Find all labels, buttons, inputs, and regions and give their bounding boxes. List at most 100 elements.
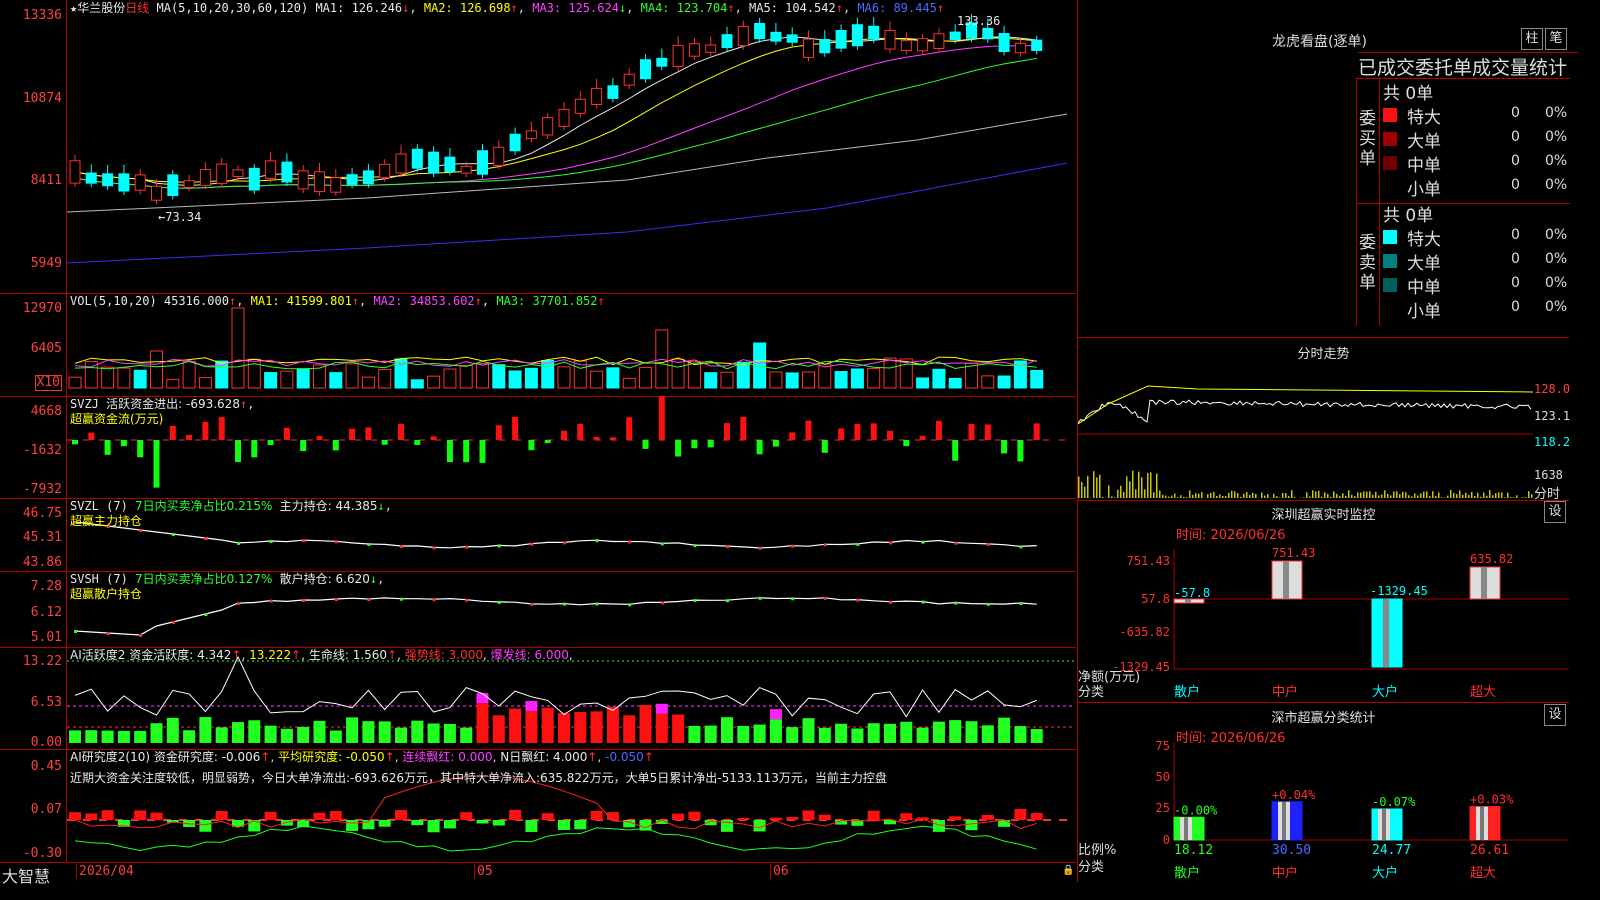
intraday-vol-bar [1525,497,1527,498]
holding-dot [106,632,110,635]
y-tick: -7932 [22,482,62,497]
volume-bar [459,364,473,389]
candle [509,133,521,152]
intraday-vol-bar [1141,477,1143,498]
change-label: -0.00% [1174,803,1218,817]
stat-tabs[interactable]: 已成交委托单成交量统计 [1358,52,1578,80]
candle [982,27,994,40]
activity-bar [818,727,831,743]
candle [525,130,537,140]
order-count: 0 [1511,299,1520,315]
period-label[interactable]: 日线 [125,1,149,15]
tick-mode-button[interactable]: 笔 [1545,28,1567,50]
activity-bar [183,730,196,743]
avg-price-line [1078,385,1533,425]
intraday-vol-bar [1492,495,1494,498]
volume-bar [802,371,815,389]
change-label: -0.07% [1372,795,1416,809]
sell-side-label: 委卖单 [1359,233,1376,293]
intraday-vol-bar [1501,492,1503,498]
activity-bar [851,728,864,743]
bar-shade [1283,561,1289,599]
intraday-vol-bar [1360,492,1362,498]
intraday-vol-bar [1480,496,1482,498]
flow-bar [235,440,241,463]
panel-title: 龙虎看盘(逐单) [1272,34,1367,50]
category-name: 超大 [1470,866,1496,881]
y-tick: 4668 [30,404,62,419]
kline-chart[interactable] [67,0,1075,293]
price-line [1078,399,1532,424]
volume-panel[interactable]: 12970 6405 X10 VOL(5,10,20) 45316.000↑, … [0,293,1076,397]
candle [199,169,211,186]
vol-y-axis: 12970 6405 X10 [0,293,67,396]
flow-bar [446,440,453,463]
intraday-vol-bar [1477,492,1479,498]
activity-bar [753,724,766,743]
ai-research-chart[interactable] [67,749,1075,862]
svzl-panel[interactable]: 46.75 45.31 43.86 SVZL (7) 7日内买卖净占比0.215… [0,498,1076,572]
monitor-chart[interactable]: 751.43 57.8 -635.82 -1329.45 -57.8 散户 751.43 中户… [1078,499,1569,702]
y-tick: 6.53 [30,695,62,710]
activity-bar [655,713,668,743]
intraday-chart[interactable] [1078,364,1533,500]
intraday-vol-bar [1459,490,1461,498]
monitor-y-tick: 751.43 [1127,554,1170,568]
percent-value: 26.61 [1470,843,1509,858]
activity-bar [639,705,652,743]
order-size-label: 特大 [1407,230,1441,250]
flow-bar [1017,440,1024,462]
kline-panel[interactable]: 13336 10874 8411 5949 ★华兰股份日线 MA(5,10,20… [0,0,1076,294]
lock-icon[interactable]: 🔒 [1062,865,1074,876]
flow-bar [430,436,437,440]
candle [493,146,505,166]
activity-bar [981,725,994,743]
holding-dot [595,539,599,543]
flow-bar [870,423,877,440]
intraday-vol-bar [1513,497,1515,498]
svzj-panel[interactable]: 4668 -1632 -7932 SVZJ 活跃资金进出: -693.628↑,… [0,396,1076,499]
order-size-label: 小单 [1407,302,1441,322]
volume-bar [117,367,131,389]
flow-bar [169,425,176,440]
activity-bar [932,721,945,743]
research-bar [199,820,212,832]
holding-dot [791,597,795,601]
research-bar [215,811,228,820]
ai-research-panel[interactable]: 0.45 0.07 -0.30 AI研究度2(10) 资金研究度: -0.006… [0,749,1076,863]
flow-bar [153,440,160,488]
research-bar [1014,809,1027,820]
volume-bar [867,367,881,389]
svzl-y-axis: 46.75 45.31 43.86 [0,498,67,571]
activity-bar [558,713,570,743]
intraday-vol-bar [1288,495,1290,498]
holding-dot [921,600,925,604]
intraday-vol-bar [1357,492,1359,498]
order-percent: 0% [1545,275,1568,291]
candle [265,160,277,179]
order-percent: 0% [1545,153,1568,169]
intraday-vol-bar [1498,492,1500,498]
stats-chart[interactable]: 75 50 25 0 -0.00% 18.12 散户 +0.04% 30.50 中户 -0.07% 2… [1078,702,1569,882]
bar-mode-button[interactable]: 柱 [1521,28,1543,50]
y-tick: 45.31 [22,530,62,545]
intraday-vol-bar [1240,496,1242,498]
intraday-vol-bar [1516,495,1518,498]
intraday-vol-bar [1396,491,1398,498]
ai-active-panel[interactable]: 13.22 6.53 0.00 AI活跃度2 资金活跃度: 4.342↑, 13… [0,647,1076,750]
holding-dot [269,599,273,603]
activity-bar [688,725,701,743]
intraday-vol-bar [1162,494,1164,498]
activity-peak [476,693,489,704]
candle [281,161,293,183]
order-percent: 0% [1545,299,1568,315]
research-bar [949,816,962,820]
order-table: 委买单 委卖单 共 0单 共 0单 特大 0 0% 大单 0 0% 中单 0 0% 小单 0 0% 特… [1356,78,1570,325]
date-axis: 大智慧 2026/04 05 06 🔒 [0,862,1076,886]
svsh-panel[interactable]: 7.28 6.12 5.01 SVSH (7) 7日内买卖净占比0.127% 散… [0,571,1076,648]
activity-bar [150,723,163,743]
intraday-panel[interactable]: 分时走势 128.0 123.1 118.2 1638 分时 [1077,337,1570,502]
flow-bar [218,416,225,440]
holding-dot [986,542,990,546]
volume-bar [492,364,506,389]
